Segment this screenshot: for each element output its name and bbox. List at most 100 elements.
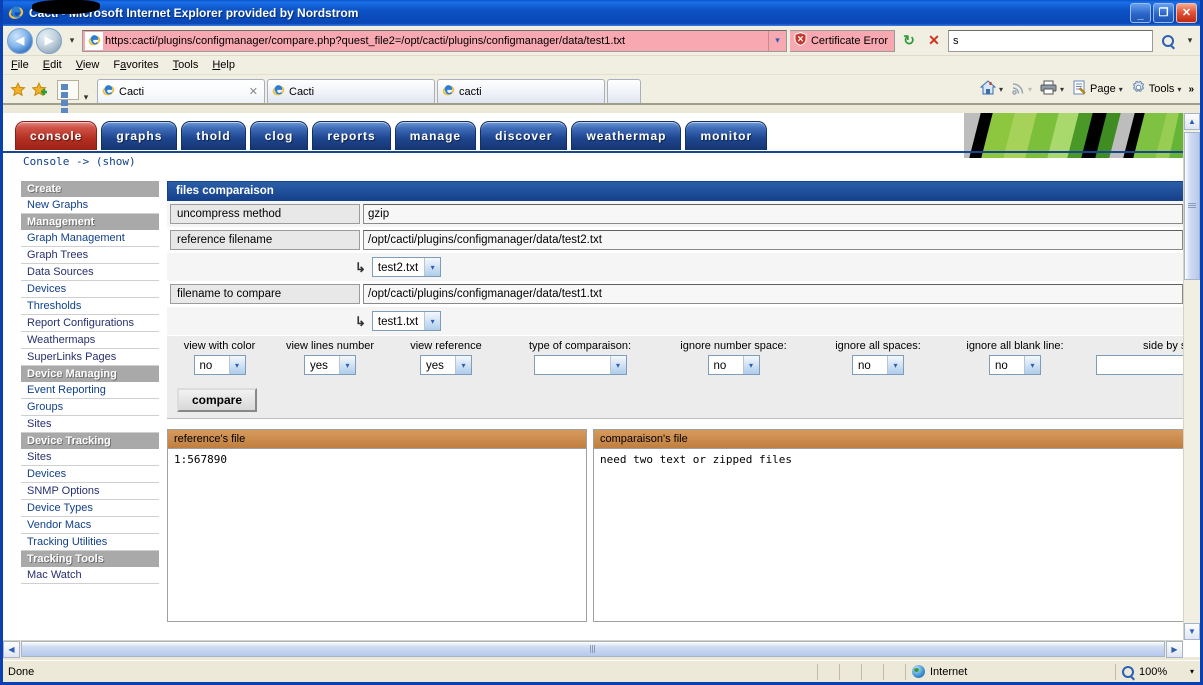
sidebar-item-devices-tracking[interactable]: Devices — [21, 466, 159, 483]
scroll-left-button[interactable]: ◀ — [3, 640, 20, 658]
select-type-of-comparaison[interactable]: ▾ — [533, 355, 627, 375]
search-provider-dropdown[interactable]: ▾ — [1183, 35, 1197, 46]
forward-button[interactable]: ▶ — [36, 27, 62, 54]
vertical-scrollbar[interactable]: ▲ ▼ — [1183, 113, 1200, 640]
cacti-tab-console[interactable]: console — [15, 121, 98, 150]
compare-button[interactable]: compare — [177, 388, 258, 412]
refresh-button[interactable]: ↻ — [898, 30, 920, 52]
cacti-tab-clog[interactable]: clog — [249, 121, 309, 150]
select-ignore-all-blank-line[interactable]: no ▾ — [989, 355, 1041, 375]
tools-caret-icon[interactable]: ▾ — [1177, 85, 1181, 94]
select-ignore-all-spaces[interactable]: no ▾ — [852, 355, 904, 375]
browser-tab-1[interactable]: Cacti ✕ — [97, 79, 265, 103]
sidebar-item-new-graphs[interactable]: New Graphs — [21, 197, 159, 214]
sidebar-item-graph-trees[interactable]: Graph Trees — [21, 247, 159, 264]
print-caret-icon[interactable]: ▾ — [1060, 85, 1064, 94]
sidebar-item-snmp-options[interactable]: SNMP Options — [21, 483, 159, 500]
feeds-caret-icon[interactable]: ▾ — [1028, 85, 1032, 94]
tools-menu-button[interactable]: Tools ▾ — [1128, 78, 1185, 100]
cacti-tab-discover[interactable]: discover — [480, 121, 568, 150]
browser-tab-2[interactable]: Cacti — [267, 79, 435, 103]
cacti-tab-manage[interactable]: manage — [394, 121, 477, 150]
sidebar-item-groups[interactable]: Groups — [21, 399, 159, 416]
sidebar-item-devices[interactable]: Devices — [21, 281, 159, 298]
input-uncompress-method[interactable]: gzip — [363, 204, 1183, 224]
home-caret-icon[interactable]: ▾ — [999, 85, 1003, 94]
address-dropdown-button[interactable]: ▾ — [767, 30, 786, 51]
close-button[interactable]: ✕ — [1176, 3, 1197, 23]
cacti-tab-monitor[interactable]: monitor — [685, 121, 768, 150]
select-ignore-number-space[interactable]: no ▾ — [707, 355, 760, 375]
tab-list-dropdown[interactable]: ▾ — [79, 92, 93, 103]
sidebar-item-sites-managing[interactable]: Sites — [21, 416, 159, 433]
favorites-center-button[interactable] — [7, 77, 29, 103]
select-view-lines-number[interactable]: yes ▾ — [304, 355, 356, 375]
cacti-tab-graphs[interactable]: graphs — [101, 121, 178, 150]
print-button[interactable]: ▾ — [1037, 78, 1067, 100]
menu-item-tools[interactable]: Tools — [173, 59, 199, 71]
sidebar-item-vendor-macs[interactable]: Vendor Macs — [21, 517, 159, 534]
sidebar-item-sites-tracking[interactable]: Sites — [21, 449, 159, 466]
sidebar-item-weathermaps[interactable]: Weathermaps — [21, 332, 159, 349]
option-label: view with color — [183, 340, 256, 352]
quick-tabs-button[interactable] — [57, 80, 79, 114]
zoom-caret-icon[interactable]: ▾ — [1190, 667, 1194, 676]
search-button[interactable] — [1156, 29, 1180, 52]
reference-file-select[interactable]: test2.txt ▾ — [371, 257, 442, 277]
menu-item-favorites[interactable]: Favorites — [113, 59, 158, 71]
horizontal-scrollbar[interactable]: ◀ ▶ — [3, 640, 1183, 658]
search-input[interactable]: s — [948, 29, 1153, 52]
minimize-button[interactable]: _ — [1130, 3, 1151, 23]
compare-select-row: ↳ test1.txt ▾ — [167, 307, 1186, 335]
cacti-tab-thold[interactable]: thold — [181, 121, 246, 150]
select-view-with-color[interactable]: no ▾ — [193, 355, 246, 375]
scroll-right-button[interactable]: ▶ — [1166, 640, 1183, 658]
sidebar-item-mac-watch[interactable]: Mac Watch — [21, 567, 159, 584]
input-reference-filename[interactable]: /opt/cacti/plugins/configmanager/data/te… — [363, 230, 1183, 250]
sidebar-item-superlinks-pages[interactable]: SuperLinks Pages — [21, 349, 159, 366]
menu-item-view[interactable]: View — [76, 59, 100, 71]
cacti-tab-weathermap[interactable]: weathermap — [571, 121, 682, 150]
certificate-error-indicator[interactable]: Certificate Error — [789, 29, 895, 52]
back-button[interactable]: ◀ — [7, 27, 33, 54]
select-view-reference[interactable]: yes ▾ — [420, 355, 472, 375]
scroll-down-button[interactable]: ▼ — [1184, 623, 1200, 640]
security-zone-indicator[interactable]: Internet — [905, 663, 1115, 680]
maximize-button[interactable]: ❐ — [1153, 3, 1174, 23]
page-menu-button[interactable]: Page ▾ — [1069, 78, 1126, 100]
sidebar-item-graph-management[interactable]: Graph Management — [21, 230, 159, 247]
zoom-control[interactable]: 100% ▾ — [1115, 663, 1200, 680]
new-tab-button[interactable] — [607, 79, 641, 103]
page-caret-icon[interactable]: ▾ — [1119, 85, 1123, 94]
sidebar-item-report-configurations[interactable]: Report Configurations — [21, 315, 159, 332]
menu-item-file[interactable]: File — [11, 59, 29, 71]
sidebar-item-device-types[interactable]: Device Types — [21, 500, 159, 517]
sidebar-item-data-sources[interactable]: Data Sources — [21, 264, 159, 281]
browser-tab-3[interactable]: cacti — [437, 79, 605, 103]
sidebar-item-tracking-utilities[interactable]: Tracking Utilities — [21, 534, 159, 551]
input-filename-to-compare[interactable]: /opt/cacti/plugins/configmanager/data/te… — [363, 284, 1183, 304]
address-input[interactable]: https:cacti/plugins/configmanager/compar… — [33, 1, 787, 52]
command-overflow-button[interactable]: » — [1186, 84, 1196, 95]
compare-file-select[interactable]: test1.txt ▾ — [371, 311, 442, 331]
history-dropdown-button[interactable]: ▾ — [65, 35, 79, 46]
reference-file-line: 1:567890 — [174, 453, 227, 466]
stop-button[interactable]: ✕ — [923, 30, 945, 52]
horizontal-scrollbar-thumb[interactable] — [21, 641, 1165, 657]
redaction-mark — [33, 1, 99, 13]
cacti-tab-reports[interactable]: reports — [312, 121, 391, 150]
gear-icon — [1131, 80, 1146, 98]
sidebar-item-event-reporting[interactable]: Event Reporting — [21, 382, 159, 399]
sidebar-item-thresholds[interactable]: Thresholds — [21, 298, 159, 315]
select-side-by-side[interactable] — [1096, 355, 1184, 375]
vertical-scrollbar-thumb[interactable] — [1184, 132, 1200, 280]
form-row-filename-to-compare: filename to compare /opt/cacti/plugins/c… — [167, 281, 1186, 307]
add-to-favorites-button[interactable] — [29, 77, 51, 103]
menu-item-help[interactable]: Help — [212, 59, 235, 71]
breadcrumb-link[interactable]: Console -> (show) — [23, 155, 136, 168]
tab-close-icon[interactable]: ✕ — [249, 85, 260, 98]
home-button[interactable]: ▾ — [977, 78, 1006, 100]
feeds-button[interactable]: ▾ — [1008, 79, 1035, 100]
scroll-up-button[interactable]: ▲ — [1184, 113, 1200, 130]
menu-item-edit[interactable]: Edit — [43, 59, 62, 71]
